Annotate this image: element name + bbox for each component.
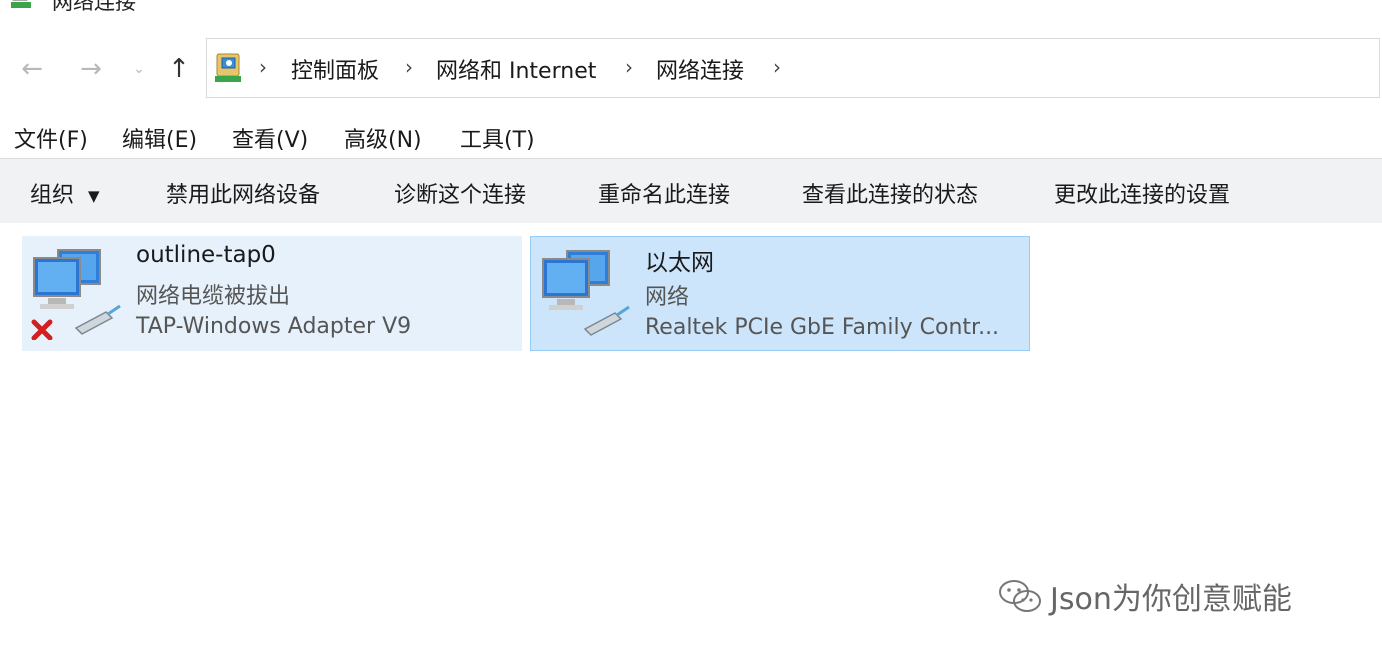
title-bar: 网络连接 xyxy=(0,0,1382,14)
command-bar: 组织 ▼ 禁用此网络设备 诊断这个连接 重命名此连接 查看此连接的状态 更改此连接… xyxy=(0,158,1382,224)
up-button[interactable]: ↑ xyxy=(162,52,196,86)
breadcrumb-separator-icon[interactable]: › xyxy=(773,55,781,79)
menu-tools[interactable]: 工具(T) xyxy=(460,122,535,154)
menu-bar: 文件(F) 编辑(E) 查看(V) 高级(N) 工具(T) xyxy=(0,112,1382,156)
disable-device-button[interactable]: 禁用此网络设备 xyxy=(166,177,320,209)
view-status-button[interactable]: 查看此连接的状态 xyxy=(802,177,978,209)
breadcrumb-network-connections[interactable]: 网络连接 xyxy=(656,53,744,85)
connection-name: outline-tap0 xyxy=(136,242,276,268)
breadcrumb-separator-icon[interactable]: › xyxy=(625,55,633,79)
back-button[interactable]: ← xyxy=(15,52,49,86)
connection-name: 以太网 xyxy=(645,250,714,276)
connection-device: TAP-Windows Adapter V9 xyxy=(136,314,412,339)
organize-label: 组织 xyxy=(30,183,75,208)
rename-connection-button[interactable]: 重命名此连接 xyxy=(598,177,730,209)
connection-tile-outline-tap0[interactable]: outline-tap0 网络电缆被拔出 TAP-Windows Adapter… xyxy=(22,236,522,351)
breadcrumb-separator-icon[interactable]: › xyxy=(405,55,413,79)
arrow-left-icon: ← xyxy=(21,54,43,84)
connection-status: 网络电缆被拔出 xyxy=(136,284,291,309)
organize-button[interactable]: 组织 ▼ xyxy=(30,177,100,209)
caret-down-icon: ▼ xyxy=(88,187,100,205)
watermark-text: Json为你创意赋能 xyxy=(1050,582,1292,617)
change-settings-button[interactable]: 更改此连接的设置 xyxy=(1054,177,1230,209)
diagnose-connection-button[interactable]: 诊断这个连接 xyxy=(394,177,526,209)
control-panel-icon xyxy=(215,53,241,82)
arrow-up-icon: ↑ xyxy=(168,54,190,84)
menu-edit[interactable]: 编辑(E) xyxy=(122,122,197,154)
breadcrumb-control-panel[interactable]: 控制面板 xyxy=(291,53,379,85)
connection-tile-ethernet[interactable]: 以太网 网络 Realtek PCIe GbE Family Contr... xyxy=(530,236,1030,351)
arrow-right-icon: → xyxy=(80,54,102,84)
watermark: Json为你创意赋能 xyxy=(994,574,1292,618)
recent-locations-button[interactable]: ⌄ xyxy=(126,52,152,86)
breadcrumb-separator-icon[interactable]: › xyxy=(259,55,267,79)
navigation-bar: ← → ⌄ ↑ › 控制面板 › 网络和 Internet › 网络连接 › xyxy=(0,38,1382,100)
connection-device: Realtek PCIe GbE Family Contr... xyxy=(645,315,1000,340)
address-bar[interactable]: › 控制面板 › 网络和 Internet › 网络连接 › xyxy=(206,38,1380,98)
network-disconnected-icon xyxy=(31,249,121,340)
wechat-logo-icon xyxy=(999,580,1041,612)
menu-file[interactable]: 文件(F) xyxy=(14,122,88,154)
network-connections-icon xyxy=(11,0,31,8)
connection-status: 网络 xyxy=(645,285,690,310)
chevron-down-icon: ⌄ xyxy=(133,61,145,77)
network-adapter-icon xyxy=(542,250,630,336)
breadcrumb-network-internet[interactable]: 网络和 Internet xyxy=(436,53,596,85)
forward-button[interactable]: → xyxy=(74,52,108,86)
window-title: 网络连接 xyxy=(52,0,136,14)
menu-advanced[interactable]: 高级(N) xyxy=(344,122,422,154)
menu-view[interactable]: 查看(V) xyxy=(232,122,308,154)
